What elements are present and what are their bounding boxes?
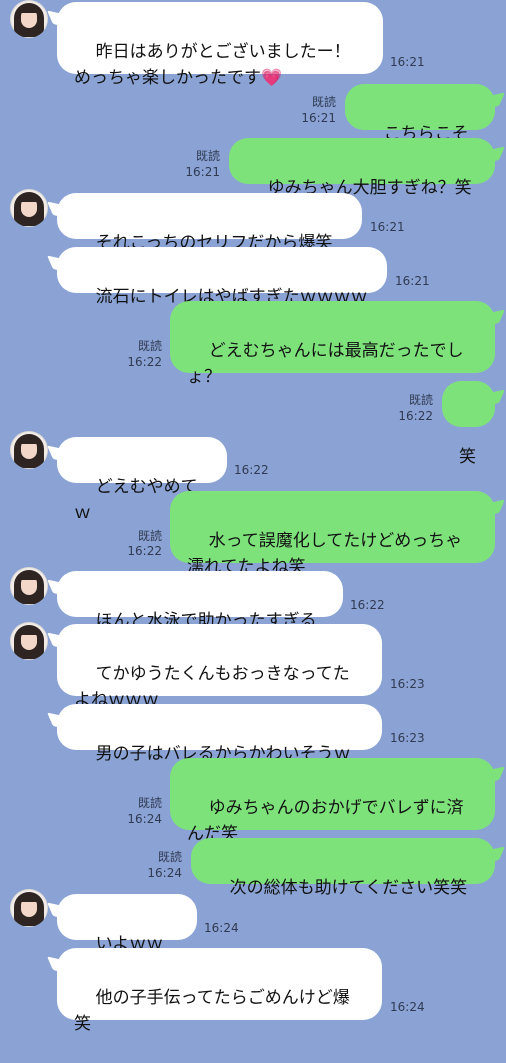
message-text: 次の総体も助けてください笑笑	[229, 878, 468, 898]
incoming-message-bubble[interactable]: 他の子手伝ってたらごめんけど爆 笑	[57, 948, 382, 1034]
read-receipt: 既読	[157, 850, 182, 864]
contact-avatar[interactable]	[10, 189, 48, 227]
incoming-message-bubble[interactable]: どえむやめてｗ	[57, 437, 227, 523]
message-text: 笑	[459, 447, 476, 467]
heart-emoji: 💗	[261, 68, 283, 88]
message-time: 16:21	[390, 55, 425, 69]
outgoing-message-bubble[interactable]: 次の総体も助けてください笑笑	[191, 838, 495, 898]
message-time: 16:24	[204, 921, 239, 935]
message-time: 16:24	[390, 1000, 425, 1014]
incoming-message-bubble[interactable]: それこっちのセリフだから爆笑	[57, 193, 362, 253]
contact-avatar[interactable]	[10, 889, 48, 927]
read-receipt: 既読	[137, 796, 162, 810]
read-receipt: 既読	[195, 149, 220, 163]
message-time: 16:22	[398, 409, 433, 423]
read-receipt: 既読	[137, 339, 162, 353]
read-receipt: 既読	[137, 529, 162, 543]
incoming-message-bubble[interactable]: 昨日はありがとございましたー！ めっちゃ楽しかったです💗	[57, 2, 383, 88]
outgoing-message-bubble[interactable]: 水って誤魔化してたけどめっちゃ 濡れてたよね笑	[170, 491, 495, 577]
message-time: 16:23	[390, 731, 425, 745]
message-time: 16:21	[370, 220, 405, 234]
message-text: 他の子手伝ってたらごめんけど爆 笑	[74, 988, 350, 1034]
contact-avatar[interactable]	[10, 431, 48, 469]
read-receipt: 既読	[311, 95, 336, 109]
incoming-message-bubble[interactable]: ほんと水泳で助かったすぎる	[57, 571, 343, 631]
outgoing-message-bubble[interactable]: どえむちゃんには最高だったでし ょ？	[170, 301, 495, 387]
message-text: どえむちゃんには最高だったでし ょ？	[187, 341, 464, 387]
read-receipt: 既読	[408, 393, 433, 407]
message-time: 16:24	[147, 866, 182, 880]
message-time: 16:21	[185, 165, 220, 179]
incoming-message-bubble[interactable]: 男の子はバレるからかわいそうｗ	[57, 704, 382, 764]
incoming-message-bubble[interactable]: 流石にトイレはやばすぎたｗｗｗｗ	[57, 247, 387, 307]
message-time: 16:22	[234, 463, 269, 477]
message-time: 16:21	[395, 274, 430, 288]
incoming-message-bubble[interactable]: てかゆうたくんもおっきなってた よねｗｗｗ	[57, 624, 382, 710]
message-time: 16:22	[127, 355, 162, 369]
message-time: 16:23	[390, 677, 425, 691]
contact-avatar[interactable]	[10, 567, 48, 605]
outgoing-message-bubble[interactable]: こちらこそー	[345, 84, 495, 170]
message-text: 昨日はありがとございましたー！ めっちゃ楽しかったです	[74, 42, 351, 88]
message-time: 16:21	[301, 111, 336, 125]
incoming-message-bubble[interactable]: いよｗｗｗｗ	[57, 894, 197, 980]
message-time: 16:22	[350, 598, 385, 612]
message-time: 16:24	[127, 812, 162, 826]
outgoing-message-bubble[interactable]: 笑	[442, 381, 495, 467]
contact-avatar[interactable]	[10, 622, 48, 660]
outgoing-message-bubble[interactable]: ゆみちゃんのおかげでバレずに済 んだ笑	[170, 758, 495, 844]
message-time: 16:22	[127, 544, 162, 558]
contact-avatar[interactable]	[10, 0, 48, 38]
outgoing-message-bubble[interactable]: ゆみちゃん大胆すぎね？笑	[229, 138, 495, 198]
